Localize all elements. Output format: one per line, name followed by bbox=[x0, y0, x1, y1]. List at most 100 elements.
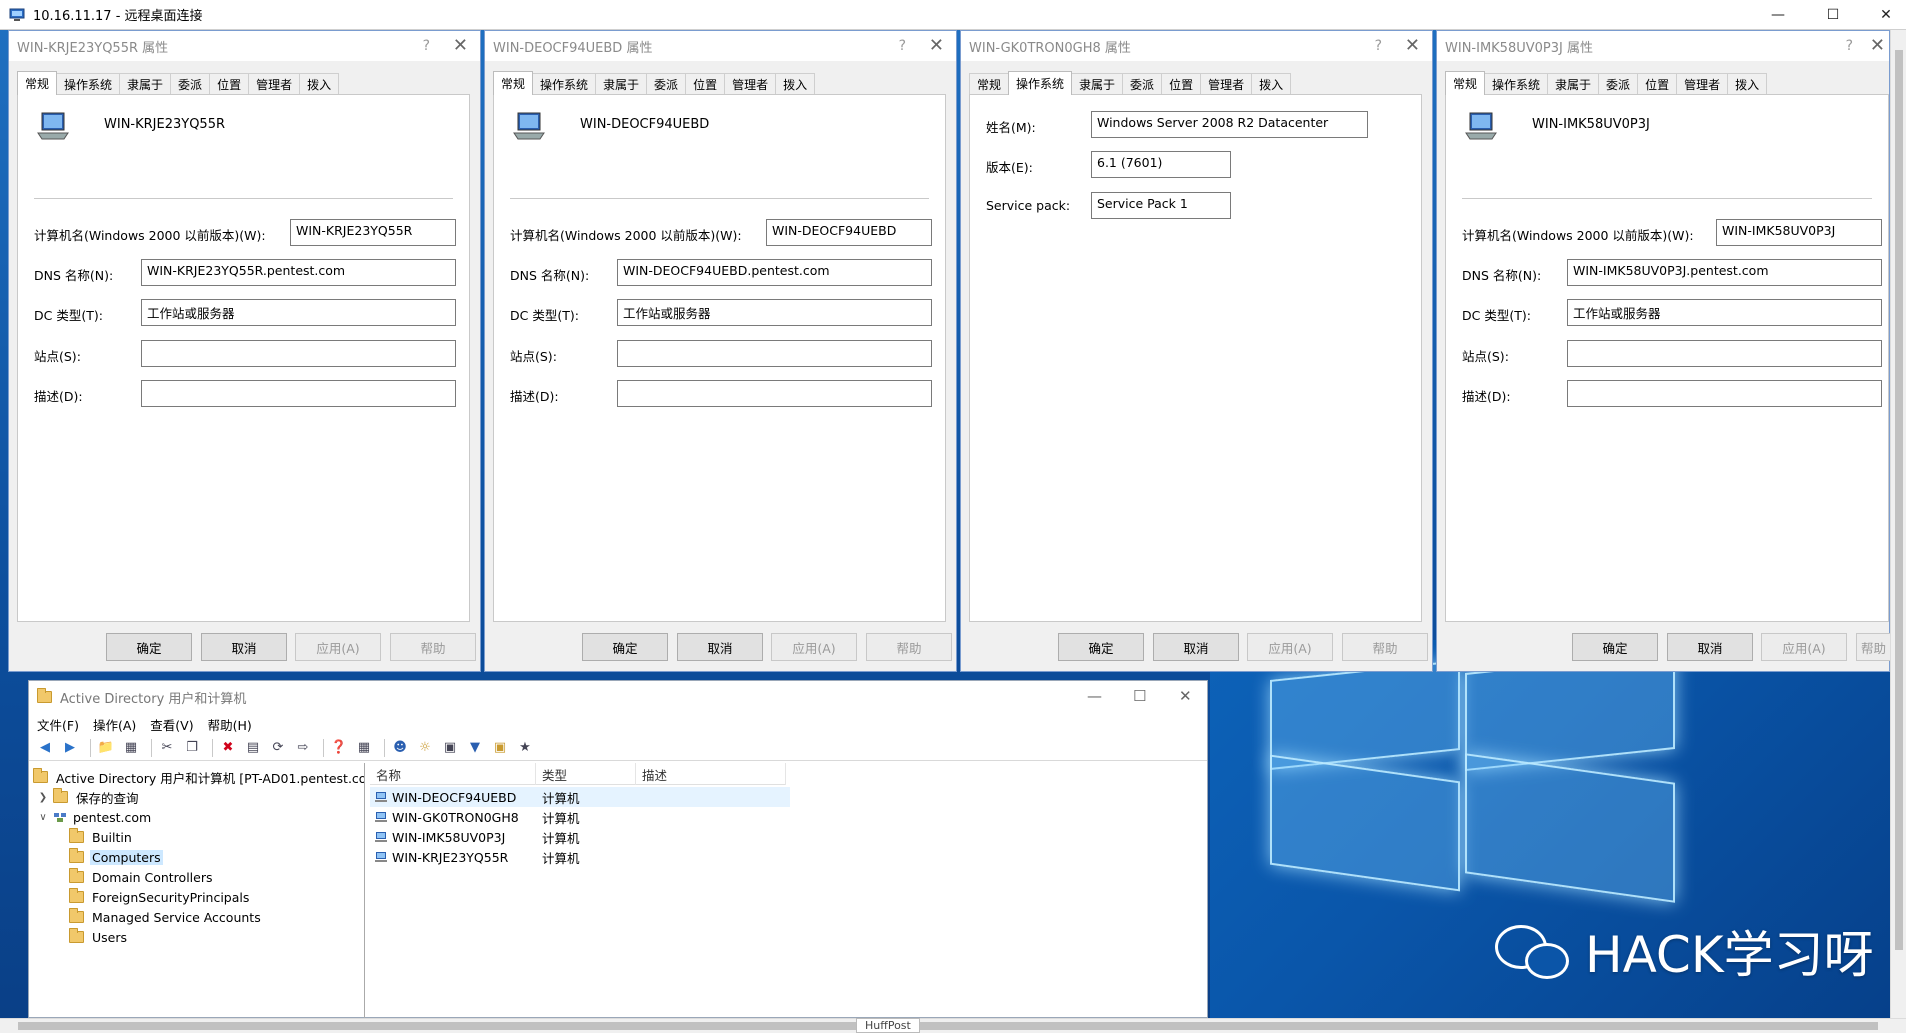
tab-managed-by[interactable]: 管理者 bbox=[724, 73, 777, 95]
tab-delegation[interactable]: 委派 bbox=[1122, 73, 1163, 95]
desc-field[interactable] bbox=[617, 380, 932, 407]
scroll-thumb[interactable] bbox=[18, 1022, 1878, 1030]
tab-dial-in[interactable]: 拨入 bbox=[1727, 73, 1768, 95]
tab-dial-in[interactable]: 拨入 bbox=[299, 73, 340, 95]
tab-dial-in[interactable]: 拨入 bbox=[1251, 73, 1292, 95]
tree-item-domain-controllers[interactable]: Domain Controllers bbox=[69, 867, 214, 887]
pre2000-field[interactable]: WIN-DEOCF94UEBD bbox=[766, 219, 932, 246]
column-type[interactable]: 类型 bbox=[536, 763, 636, 785]
desc-field[interactable] bbox=[141, 380, 456, 407]
tab-location[interactable]: 位置 bbox=[1637, 73, 1678, 95]
tree-item-users[interactable]: Users bbox=[69, 927, 129, 947]
close-icon[interactable]: ✕ bbox=[1405, 35, 1420, 56]
up-folder-icon[interactable]: 📁 bbox=[96, 739, 116, 757]
table-row[interactable]: WIN-KRJE23YQ55R 计算机 bbox=[370, 847, 790, 867]
help-icon[interactable]: ? bbox=[423, 38, 430, 54]
tab-os[interactable]: 操作系统 bbox=[56, 73, 121, 95]
dns-field[interactable]: WIN-KRJE23YQ55R.pentest.com bbox=[141, 259, 456, 286]
close-icon[interactable]: ✕ bbox=[929, 35, 944, 56]
tab-managed-by[interactable]: 管理者 bbox=[1200, 73, 1253, 95]
tree-item-managed-service-accounts[interactable]: Managed Service Accounts bbox=[69, 907, 263, 927]
properties-icon[interactable]: ▤ bbox=[243, 739, 263, 757]
tab-general[interactable]: 常规 bbox=[17, 71, 58, 95]
help-icon[interactable]: ? bbox=[1375, 38, 1382, 54]
desc-field[interactable] bbox=[1567, 380, 1882, 407]
tree-root[interactable]: Active Directory 用户和计算机 [PT-AD01.pentest… bbox=[33, 767, 364, 787]
show-tree-icon[interactable]: ▦ bbox=[121, 739, 141, 757]
delete-icon[interactable]: ✖ bbox=[218, 739, 238, 757]
tab-location[interactable]: 位置 bbox=[1161, 73, 1202, 95]
tab-location[interactable]: 位置 bbox=[209, 73, 250, 95]
ok-button[interactable]: 确定 bbox=[1572, 633, 1658, 661]
dns-field[interactable]: WIN-IMK58UV0P3J.pentest.com bbox=[1567, 259, 1882, 286]
apply-button[interactable]: 应用(A) bbox=[1247, 633, 1333, 661]
ok-button[interactable]: 确定 bbox=[582, 633, 668, 661]
tab-delegation[interactable]: 委派 bbox=[646, 73, 687, 95]
tree-item-computers[interactable]: Computers bbox=[69, 847, 163, 867]
forward-arrow-icon[interactable]: ▶ bbox=[60, 739, 80, 757]
tab-os[interactable]: 操作系统 bbox=[1008, 71, 1073, 95]
find-icon[interactable]: ▣ bbox=[490, 739, 510, 757]
chevron-down-icon[interactable]: ∨ bbox=[37, 812, 49, 823]
tab-member-of[interactable]: 隶属于 bbox=[119, 73, 172, 95]
tab-location[interactable]: 位置 bbox=[685, 73, 726, 95]
apply-button[interactable]: 应用(A) bbox=[295, 633, 381, 661]
pre2000-field[interactable]: WIN-KRJE23YQ55R bbox=[290, 219, 456, 246]
maximize-button[interactable]: ☐ bbox=[1805, 0, 1861, 30]
apply-button[interactable]: 应用(A) bbox=[771, 633, 857, 661]
tab-member-of[interactable]: 隶属于 bbox=[1071, 73, 1124, 95]
tab-managed-by[interactable]: 管理者 bbox=[248, 73, 301, 95]
filter-icon[interactable]: ▼ bbox=[465, 739, 485, 757]
help-button[interactable]: 帮助 bbox=[1856, 633, 1891, 661]
close-icon[interactable]: ✕ bbox=[1870, 35, 1885, 56]
action-pane-icon[interactable]: ▦ bbox=[354, 739, 374, 757]
help-icon[interactable]: ? bbox=[899, 38, 906, 54]
tab-member-of[interactable]: 隶属于 bbox=[1547, 73, 1600, 95]
table-row[interactable]: WIN-IMK58UV0P3J 计算机 bbox=[370, 827, 790, 847]
cancel-button[interactable]: 取消 bbox=[1667, 633, 1753, 661]
dc-type-field[interactable]: 工作站或服务器 bbox=[617, 299, 932, 326]
menu-help[interactable]: 帮助(H) bbox=[208, 715, 252, 734]
column-description[interactable]: 描述 bbox=[636, 763, 786, 785]
help-icon[interactable]: ? bbox=[1846, 38, 1853, 54]
tab-os[interactable]: 操作系统 bbox=[1484, 73, 1549, 95]
tab-delegation[interactable]: 委派 bbox=[1598, 73, 1639, 95]
site-field[interactable] bbox=[141, 340, 456, 367]
scroll-thumb[interactable] bbox=[1895, 50, 1903, 950]
horizontal-scrollbar[interactable] bbox=[0, 1018, 1906, 1033]
menu-file[interactable]: 文件(F) bbox=[37, 715, 79, 734]
apply-button[interactable]: 应用(A) bbox=[1761, 633, 1847, 661]
tree-item-saved-queries[interactable]: ❯ 保存的查询 bbox=[37, 787, 141, 807]
new-ou-icon[interactable]: ▣ bbox=[440, 739, 460, 757]
chevron-right-icon[interactable]: ❯ bbox=[37, 792, 49, 803]
dc-type-field[interactable]: 工作站或服务器 bbox=[141, 299, 456, 326]
tab-general[interactable]: 常规 bbox=[1445, 71, 1486, 95]
back-arrow-icon[interactable]: ◀ bbox=[35, 739, 55, 757]
export-icon[interactable]: ⇨ bbox=[293, 739, 313, 757]
ok-button[interactable]: 确定 bbox=[106, 633, 192, 661]
os-version-field[interactable]: 6.1 (7601) bbox=[1091, 151, 1231, 178]
tab-general[interactable]: 常规 bbox=[493, 71, 534, 95]
tab-os[interactable]: 操作系统 bbox=[532, 73, 597, 95]
tab-member-of[interactable]: 隶属于 bbox=[595, 73, 648, 95]
cut-icon[interactable]: ✂ bbox=[157, 739, 177, 757]
new-user-icon[interactable]: ☻ bbox=[390, 739, 410, 757]
column-name[interactable]: 名称 bbox=[370, 763, 536, 785]
service-pack-field[interactable]: Service Pack 1 bbox=[1091, 192, 1231, 219]
maximize-button[interactable]: ☐ bbox=[1133, 687, 1146, 705]
close-icon[interactable]: ✕ bbox=[1179, 687, 1192, 705]
refresh-icon[interactable]: ⟳ bbox=[268, 739, 288, 757]
tab-general[interactable]: 常规 bbox=[969, 73, 1010, 95]
tree-item-domain[interactable]: ∨ pentest.com bbox=[37, 807, 153, 827]
dns-field[interactable]: WIN-DEOCF94UEBD.pentest.com bbox=[617, 259, 932, 286]
minimize-button[interactable]: — bbox=[1087, 687, 1102, 705]
help-icon[interactable]: ❓ bbox=[329, 739, 349, 757]
tab-managed-by[interactable]: 管理者 bbox=[1676, 73, 1729, 95]
dc-type-field[interactable]: 工作站或服务器 bbox=[1567, 299, 1882, 326]
minimize-button[interactable]: — bbox=[1750, 0, 1806, 30]
new-group-icon[interactable]: ☼ bbox=[415, 739, 435, 757]
tree-item-builtin[interactable]: Builtin bbox=[69, 827, 134, 847]
close-icon[interactable]: ✕ bbox=[453, 35, 468, 56]
ok-button[interactable]: 确定 bbox=[1058, 633, 1144, 661]
close-icon[interactable]: ✕ bbox=[1858, 0, 1906, 30]
